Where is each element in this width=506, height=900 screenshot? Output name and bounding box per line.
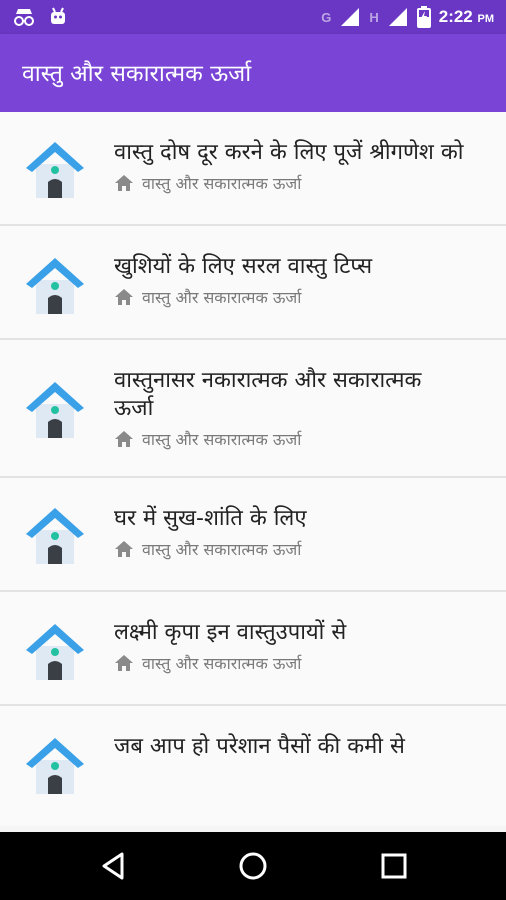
back-icon[interactable]	[96, 849, 130, 883]
incognito-icon	[14, 9, 34, 26]
app-bar: वास्तु और सकारात्मक ऊर्जा	[0, 34, 506, 112]
list-item[interactable]: लक्ष्मी कृपा इन वास्तुउपायों से वास्तु औ…	[0, 592, 506, 706]
small-house-icon	[115, 289, 133, 305]
article-list: वास्तु दोष दूर करने के लिए पूजें श्रीगणे…	[0, 112, 506, 826]
small-house-icon	[115, 655, 133, 671]
page-title: वास्तु और सकारात्मक ऊर्जा	[22, 61, 252, 87]
network-type-g: G	[321, 9, 332, 25]
article-category-label: वास्तु और सकारात्मक ऊर्जा	[142, 174, 302, 193]
article-category-label: वास्तु और सकारात्मक ऊर्जा	[142, 430, 302, 449]
battery-charging-icon	[416, 6, 431, 28]
small-house-icon	[115, 541, 133, 557]
list-item[interactable]: घर में सुख-शांति के लिए वास्तु और सकारात…	[0, 478, 506, 592]
house-icon	[26, 382, 84, 438]
house-icon	[26, 738, 84, 794]
house-icon	[26, 258, 84, 314]
article-category: वास्तु और सकारात्मक ऊर्जा	[114, 652, 301, 674]
list-item[interactable]: जब आप हो परेशान पैसों की कमी से	[0, 706, 506, 826]
article-category-label: वास्तु और सकारात्मक ऊर्जा	[142, 540, 302, 559]
list-item[interactable]: वास्तु दोष दूर करने के लिए पूजें श्रीगणे…	[0, 112, 506, 226]
signal-icon	[341, 8, 360, 26]
clock: 2:22 PM	[438, 7, 494, 26]
house-icon	[26, 624, 84, 680]
navigation-bar	[0, 832, 506, 900]
list-item[interactable]: खुशियों के लिए सरल वास्तु टिप्स वास्तु औ…	[0, 226, 506, 340]
article-title: खुशियों के लिए सरल वास्तु टिप्स	[114, 254, 373, 279]
article-category-label: वास्तु और सकारात्मक ऊर्जा	[142, 654, 302, 673]
article-category: वास्तु और सकारात्मक ऊर्जा	[114, 428, 301, 450]
article-category: वास्तु और सकारात्मक ऊर्जा	[114, 172, 301, 194]
home-circle-icon[interactable]	[236, 849, 270, 883]
article-category: वास्तु और सकारात्मक ऊर्जा	[114, 538, 301, 560]
signal-icon-2	[388, 8, 407, 26]
network-type-h: H	[369, 9, 379, 25]
article-category-label: वास्तु और सकारात्मक ऊर्जा	[142, 288, 302, 307]
article-title: वास्तुनासर नकारात्मक और सकारात्मक ऊर्जा	[114, 368, 422, 421]
article-title: जब आप हो परेशान पैसों की कमी से	[114, 734, 405, 759]
small-house-icon	[115, 431, 133, 447]
house-icon	[26, 508, 84, 564]
status-bar: G H 2:22 PM	[0, 0, 506, 34]
list-item[interactable]: वास्तुनासर नकारात्मक और सकारात्मक ऊर्जा …	[0, 340, 506, 478]
article-category: वास्तु और सकारात्मक ऊर्जा	[114, 286, 301, 308]
android-icon	[51, 7, 65, 24]
article-title: घर में सुख-शांति के लिए	[114, 506, 307, 531]
house-icon	[26, 142, 84, 198]
small-house-icon	[115, 175, 133, 191]
recents-square-icon[interactable]	[377, 849, 411, 883]
article-title: लक्ष्मी कृपा इन वास्तुउपायों से	[114, 620, 347, 645]
article-title: वास्तु दोष दूर करने के लिए पूजें श्रीगणे…	[114, 140, 464, 165]
